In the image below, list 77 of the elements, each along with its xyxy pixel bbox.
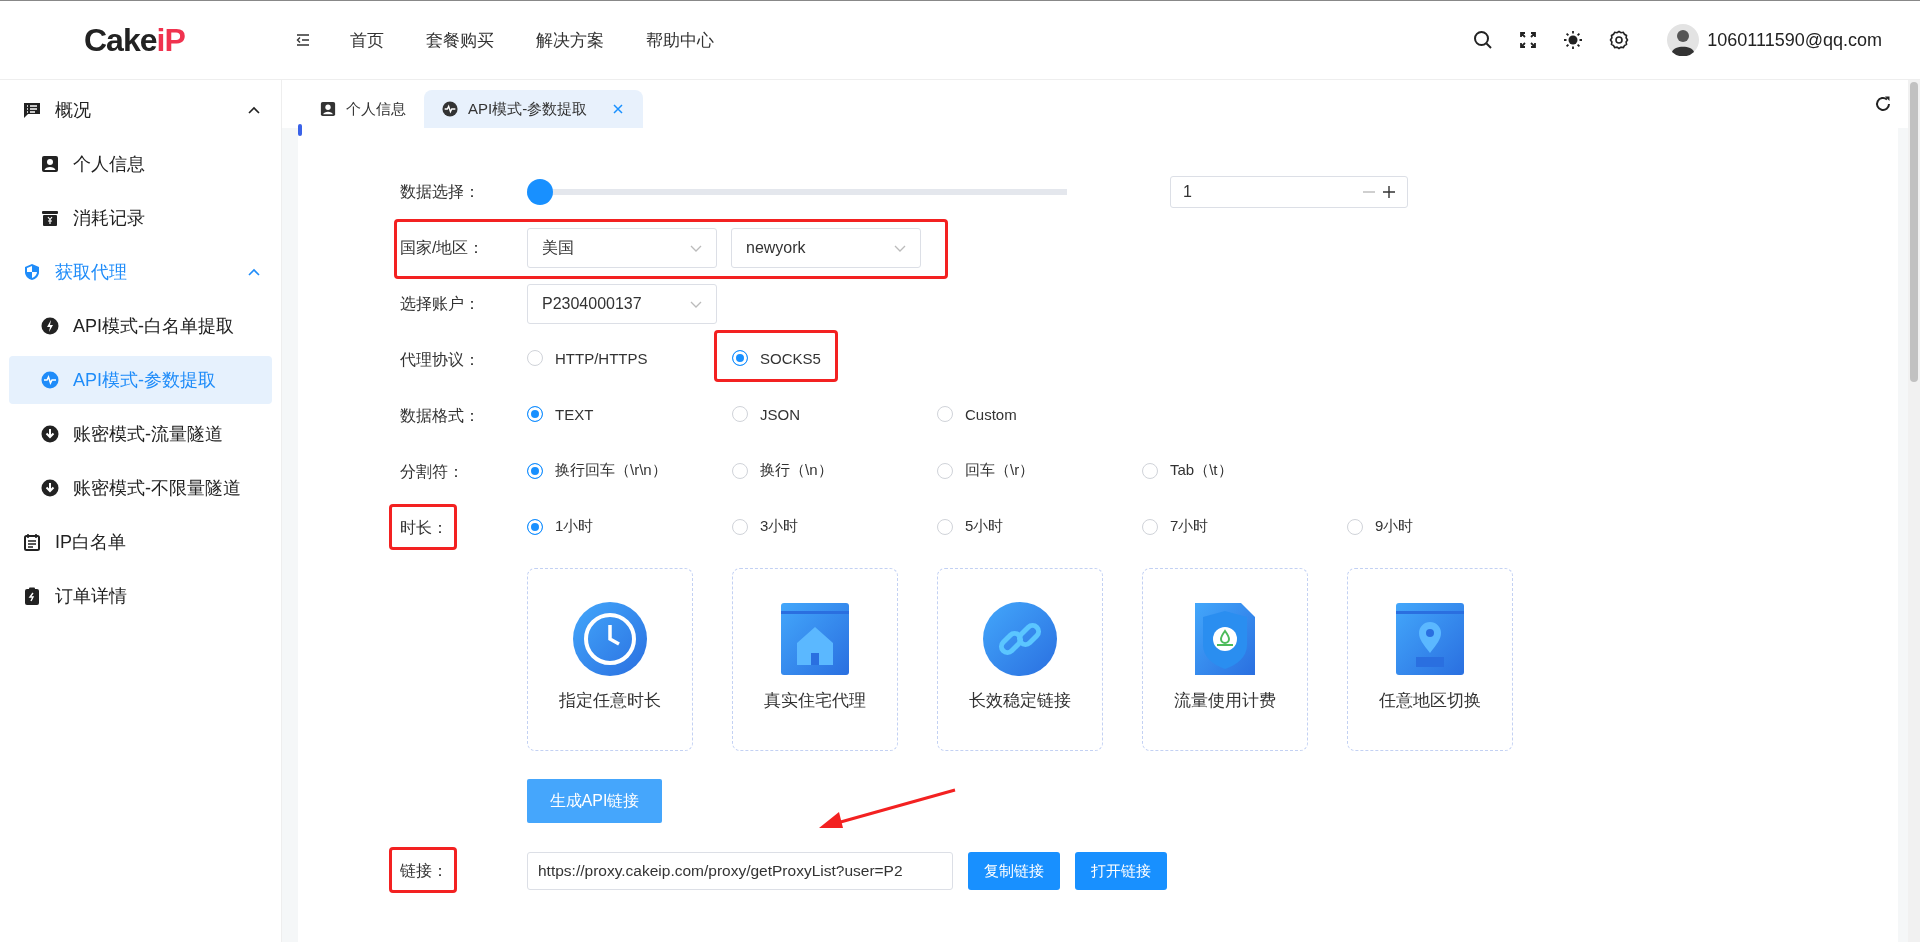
search-icon[interactable]: [1473, 30, 1494, 50]
title-marker: [298, 124, 302, 136]
nav-link[interactable]: 帮助中心: [646, 28, 714, 52]
radio-option[interactable]: 9小时: [1347, 517, 1414, 537]
chevron-down-icon: [894, 244, 906, 252]
radio-option[interactable]: SOCKS5: [732, 349, 821, 367]
field-label: 时长：: [400, 518, 448, 536]
select-field[interactable]: P2304000137: [527, 284, 717, 324]
field-label: 代理协议：: [400, 350, 480, 368]
radio-option[interactable]: 回车（\r）: [937, 461, 1035, 481]
field-label: 数据格式：: [400, 406, 480, 424]
proxy-icon: [23, 263, 41, 281]
radio-option[interactable]: 1小时: [527, 517, 594, 537]
link-field[interactable]: https://proxy.cakeip.com/proxy/getProxyList?user=P2: [527, 852, 953, 890]
download-icon: [41, 425, 59, 443]
field-label: 国家/地区：: [400, 238, 485, 256]
order-icon: [23, 587, 41, 605]
billing-icon: [41, 209, 59, 227]
radio-option[interactable]: 换行（\n）: [732, 461, 833, 481]
fullscreen-icon[interactable]: [1519, 31, 1538, 49]
person-icon: [320, 101, 336, 117]
field-label: 链接：: [400, 861, 448, 879]
logo: CakeiP: [83, 21, 186, 59]
slider-thumb[interactable]: [527, 179, 553, 205]
list-icon: [23, 533, 41, 551]
feature-label: 真实住宅代理: [764, 690, 866, 712]
chevron-down-icon: [690, 244, 702, 252]
plus-icon[interactable]: [1383, 186, 1395, 198]
radio-option[interactable]: 3小时: [732, 517, 799, 537]
sidebar-item[interactable]: IP白名单: [9, 518, 272, 566]
tab[interactable]: 个人信息: [302, 90, 424, 128]
radio-option[interactable]: 5小时: [937, 517, 1004, 537]
avatar-icon[interactable]: [1667, 24, 1700, 56]
radio-option[interactable]: TEXT: [527, 405, 594, 423]
field-label: 数据选择：: [400, 182, 480, 200]
nav-link[interactable]: 首页: [350, 28, 384, 52]
sidebar-item[interactable]: 账密模式-流量隧道: [9, 410, 272, 458]
radio-option[interactable]: Custom: [937, 405, 1017, 423]
feature-label: 任意地区切换: [1379, 690, 1481, 712]
refresh-icon[interactable]: [1874, 95, 1892, 113]
pulse-icon: [41, 371, 59, 389]
nav-link[interactable]: 解决方案: [536, 28, 604, 52]
sidebar-item[interactable]: 账密模式-不限量隧道: [9, 464, 272, 512]
tab[interactable]: API模式-参数提取: [424, 90, 644, 128]
select-field[interactable]: newyork: [731, 228, 921, 268]
radio-option[interactable]: 7小时: [1142, 517, 1209, 537]
field-label: 选择账户：: [400, 294, 480, 312]
clock-icon: [572, 601, 648, 677]
sidebar-item[interactable]: API模式-白名单提取: [9, 302, 272, 350]
nav-link[interactable]: 套餐购买: [426, 28, 494, 52]
sidebar-item[interactable]: 概况: [9, 86, 272, 134]
settings-icon[interactable]: [1609, 30, 1630, 50]
feature-label: 流量使用计费: [1174, 690, 1276, 712]
number-input[interactable]: 1: [1170, 176, 1408, 208]
profile-icon: [41, 155, 59, 173]
close-icon[interactable]: [613, 104, 624, 114]
pulse-icon: [442, 101, 458, 117]
feature-label: 指定任意时长: [559, 690, 661, 712]
chain-link-icon: [982, 601, 1058, 677]
radio-option[interactable]: HTTP/HTTPS: [527, 349, 648, 367]
chevron-down-icon: [690, 300, 702, 308]
radio-option[interactable]: JSON: [732, 405, 800, 423]
menu-collapse-icon[interactable]: [296, 34, 310, 46]
select-field[interactable]: 美国: [527, 228, 717, 268]
sun-icon[interactable]: [1563, 30, 1584, 50]
bolt-icon: [41, 317, 59, 335]
radio-option[interactable]: 换行回车（\r\n）: [527, 461, 667, 481]
user-email[interactable]: 1060111590@qq.com: [1707, 29, 1882, 51]
feature-label: 长效稳定链接: [969, 690, 1071, 712]
sidebar-item[interactable]: 订单详情: [9, 572, 272, 620]
scrollbar[interactable]: [1908, 80, 1920, 942]
download-icon: [41, 479, 59, 497]
sidebar-item[interactable]: 消耗记录: [9, 194, 272, 242]
radio-option[interactable]: Tab（\t）: [1142, 461, 1233, 481]
sidebar-item[interactable]: 个人信息: [9, 140, 272, 188]
field-label: 分割符：: [400, 462, 464, 480]
overview-icon: [23, 101, 41, 119]
